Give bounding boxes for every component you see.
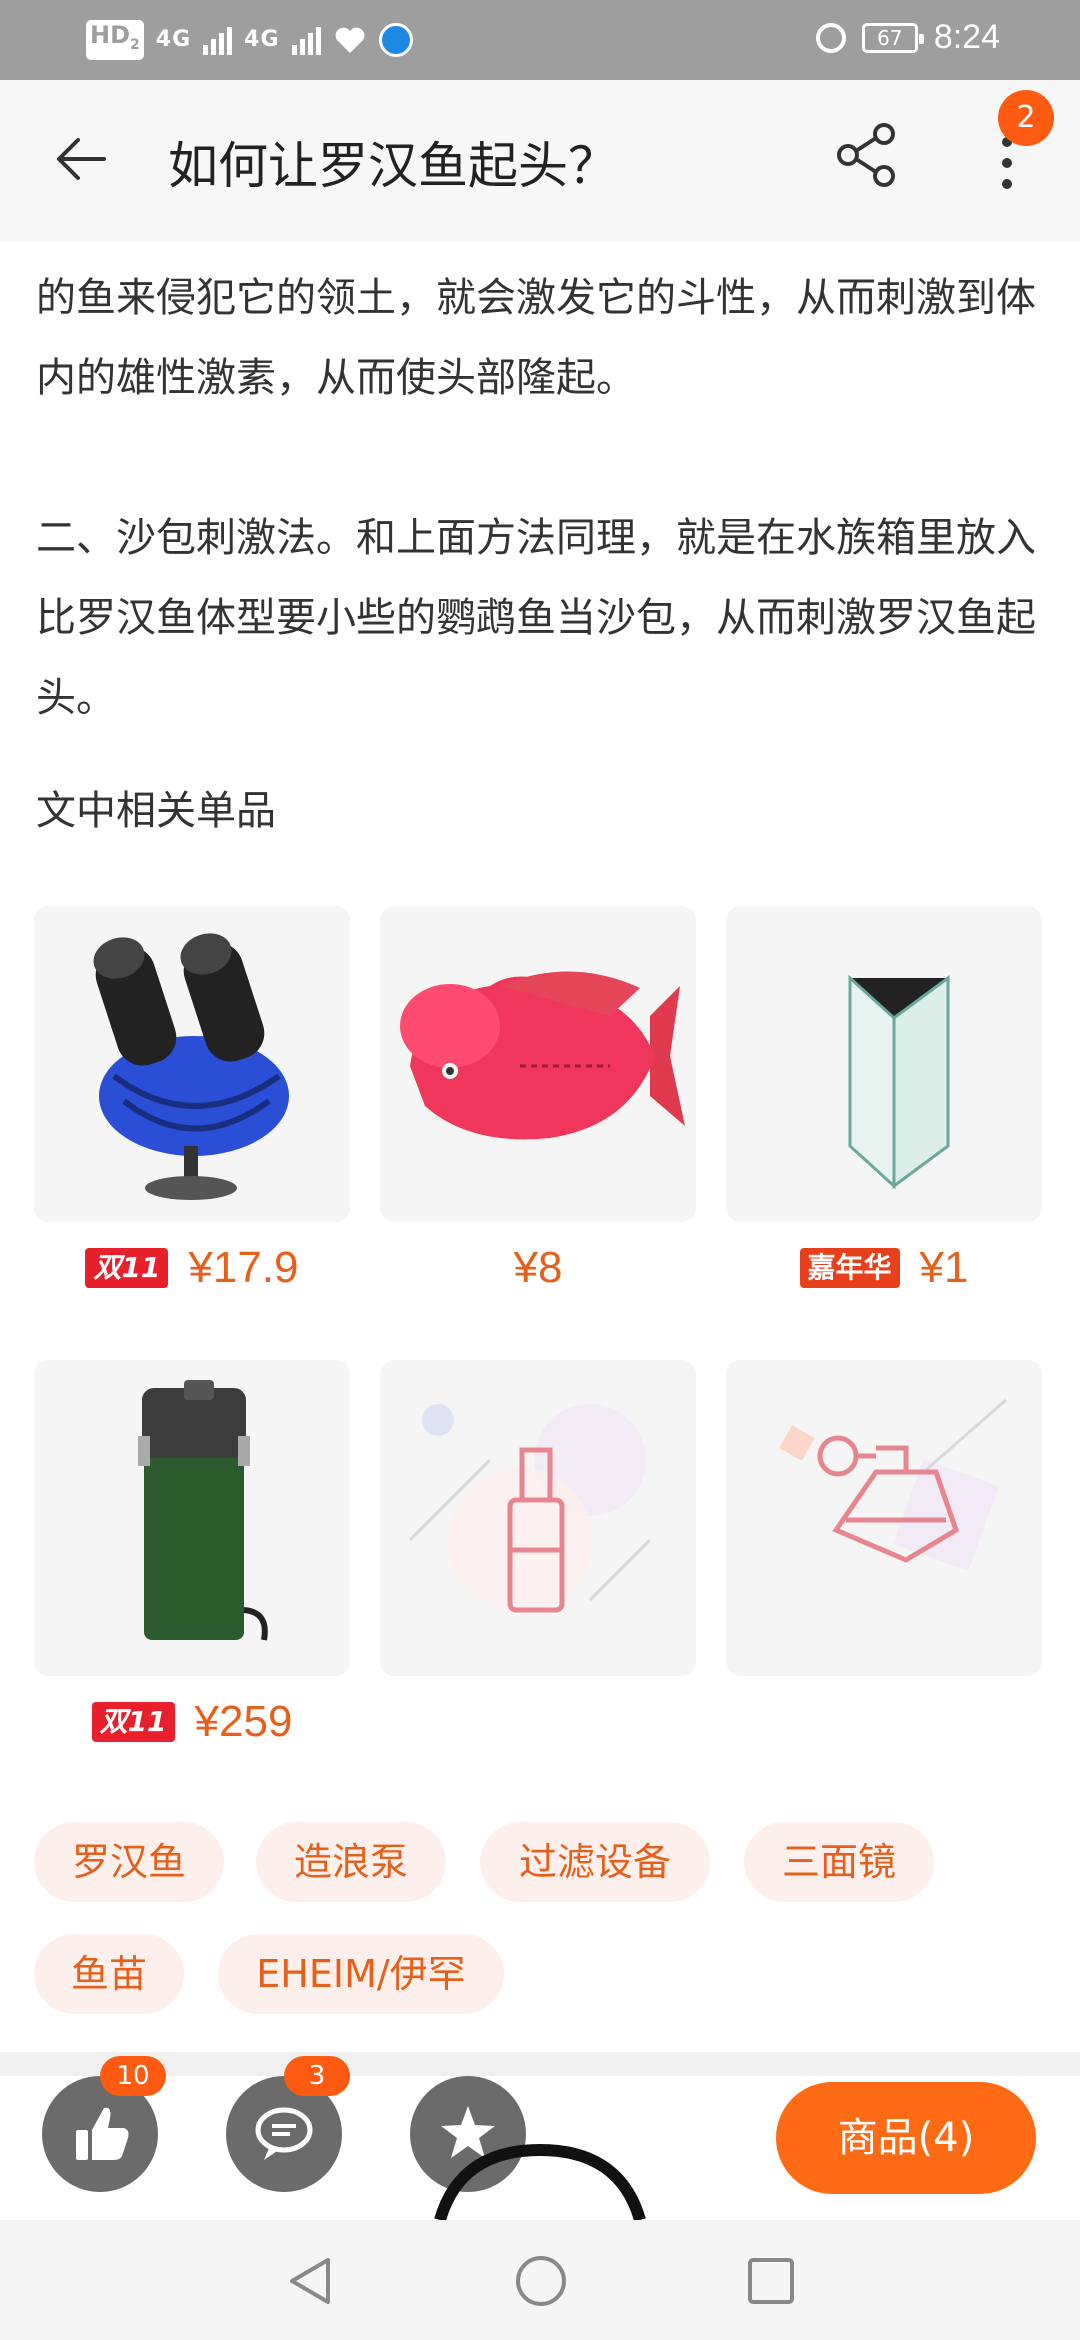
app-notification-icon: [378, 22, 413, 57]
product-card-placeholder-perfume[interactable]: [726, 1360, 1042, 1676]
decorative-swoosh-icon: [434, 2143, 646, 2220]
nav-back-icon[interactable]: [284, 2254, 334, 2308]
nav-home-icon[interactable]: [514, 2254, 568, 2308]
wave-pump-image: [93, 933, 289, 1200]
battery-icon: 67: [861, 22, 924, 53]
status-bar: HD2 4G 4G 67 8:24: [0, 0, 1080, 80]
promo-tag: 双11: [91, 1702, 175, 1742]
product-card-placeholder-bottle[interactable]: [380, 1360, 696, 1676]
related-products-title: 文中相关单品: [36, 788, 276, 834]
signal-bars-icon: [291, 25, 321, 55]
tag-chip[interactable]: 造浪泵: [256, 1822, 446, 1902]
product-price: ¥8: [513, 1243, 563, 1292]
bottle-placeholder-image: [408, 1404, 652, 1613]
tag-chip[interactable]: 罗汉鱼: [34, 1822, 224, 1902]
perfume-placeholder-image: [779, 1398, 1007, 1571]
price-row: 嘉年华 ¥1: [726, 1238, 1042, 1298]
status-left: HD2 4G 4G: [86, 20, 413, 60]
status-right: 67 8:24: [815, 18, 1000, 57]
comment-count-badge: 3: [284, 2056, 350, 2096]
page-title: 如何让罗汉鱼起头？: [168, 137, 618, 195]
goods-button[interactable]: 商品(4): [776, 2082, 1036, 2194]
battery-level: 67: [877, 25, 903, 50]
price-row: ¥8: [380, 1238, 696, 1298]
signal2-label: 4G: [244, 27, 280, 53]
heart-icon: [335, 27, 364, 53]
price-row: 双11 ¥259: [34, 1692, 350, 1752]
share-icon[interactable]: [832, 120, 902, 190]
more-badge: 2: [998, 90, 1054, 146]
app-header: 如何让罗汉鱼起头？: [0, 80, 1080, 242]
product-price: ¥1: [919, 1243, 969, 1292]
tag-chip[interactable]: 过滤设备: [480, 1822, 710, 1902]
product-card-wave-pump[interactable]: [34, 906, 350, 1222]
triangle-glass-tank-image: [848, 974, 950, 1190]
product-price: ¥17.9: [188, 1243, 299, 1292]
product-card-canister-filter[interactable]: [34, 1360, 350, 1676]
signal1-label: 4G: [155, 27, 192, 53]
alarm-icon: [815, 22, 846, 53]
promo-tag: 双11: [85, 1248, 169, 1288]
tag-chip[interactable]: 鱼苗: [34, 1934, 184, 2014]
hd-sub-label: 2: [130, 36, 140, 53]
article-paragraph: 二、沙包刺激法。和上面方法同理，就是在水族箱里放入比罗汉鱼体型要小些的鹦鹉鱼当沙…: [36, 515, 1036, 721]
signal-bars-icon: [203, 25, 233, 55]
system-nav-bar: [0, 2220, 1080, 2340]
hd-indicator: HD2: [86, 20, 144, 60]
nav-recents-icon[interactable]: [746, 2256, 796, 2306]
product-price: ¥259: [194, 1697, 293, 1746]
flowerhorn-fish-image: [400, 971, 685, 1140]
tag-chip[interactable]: EHEIM/伊罕: [218, 1934, 504, 2014]
product-card-triangle-tank[interactable]: [726, 906, 1042, 1222]
status-time: 8:24: [933, 18, 1000, 56]
article-paragraph: 的鱼来侵犯它的领土，就会激发它的斗性，从而刺激到体内的雄性激素，从而使头部隆起。: [36, 275, 1036, 401]
back-arrow-icon[interactable]: [54, 132, 108, 186]
canister-filter-image: [138, 1380, 268, 1641]
promo-tag: 嘉年华: [799, 1248, 900, 1288]
product-card-flowerhorn-fish[interactable]: [380, 906, 696, 1222]
like-count-badge: 10: [100, 2056, 166, 2096]
hd-label: HD: [90, 21, 131, 49]
article-body: 的鱼来侵犯它的领土，就会激发它的斗性，从而刺激到体内的雄性激素，从而使头部隆起。…: [36, 258, 1046, 738]
tag-chip[interactable]: 三面镜: [744, 1822, 934, 1902]
price-row: 双11 ¥17.9: [34, 1238, 350, 1298]
